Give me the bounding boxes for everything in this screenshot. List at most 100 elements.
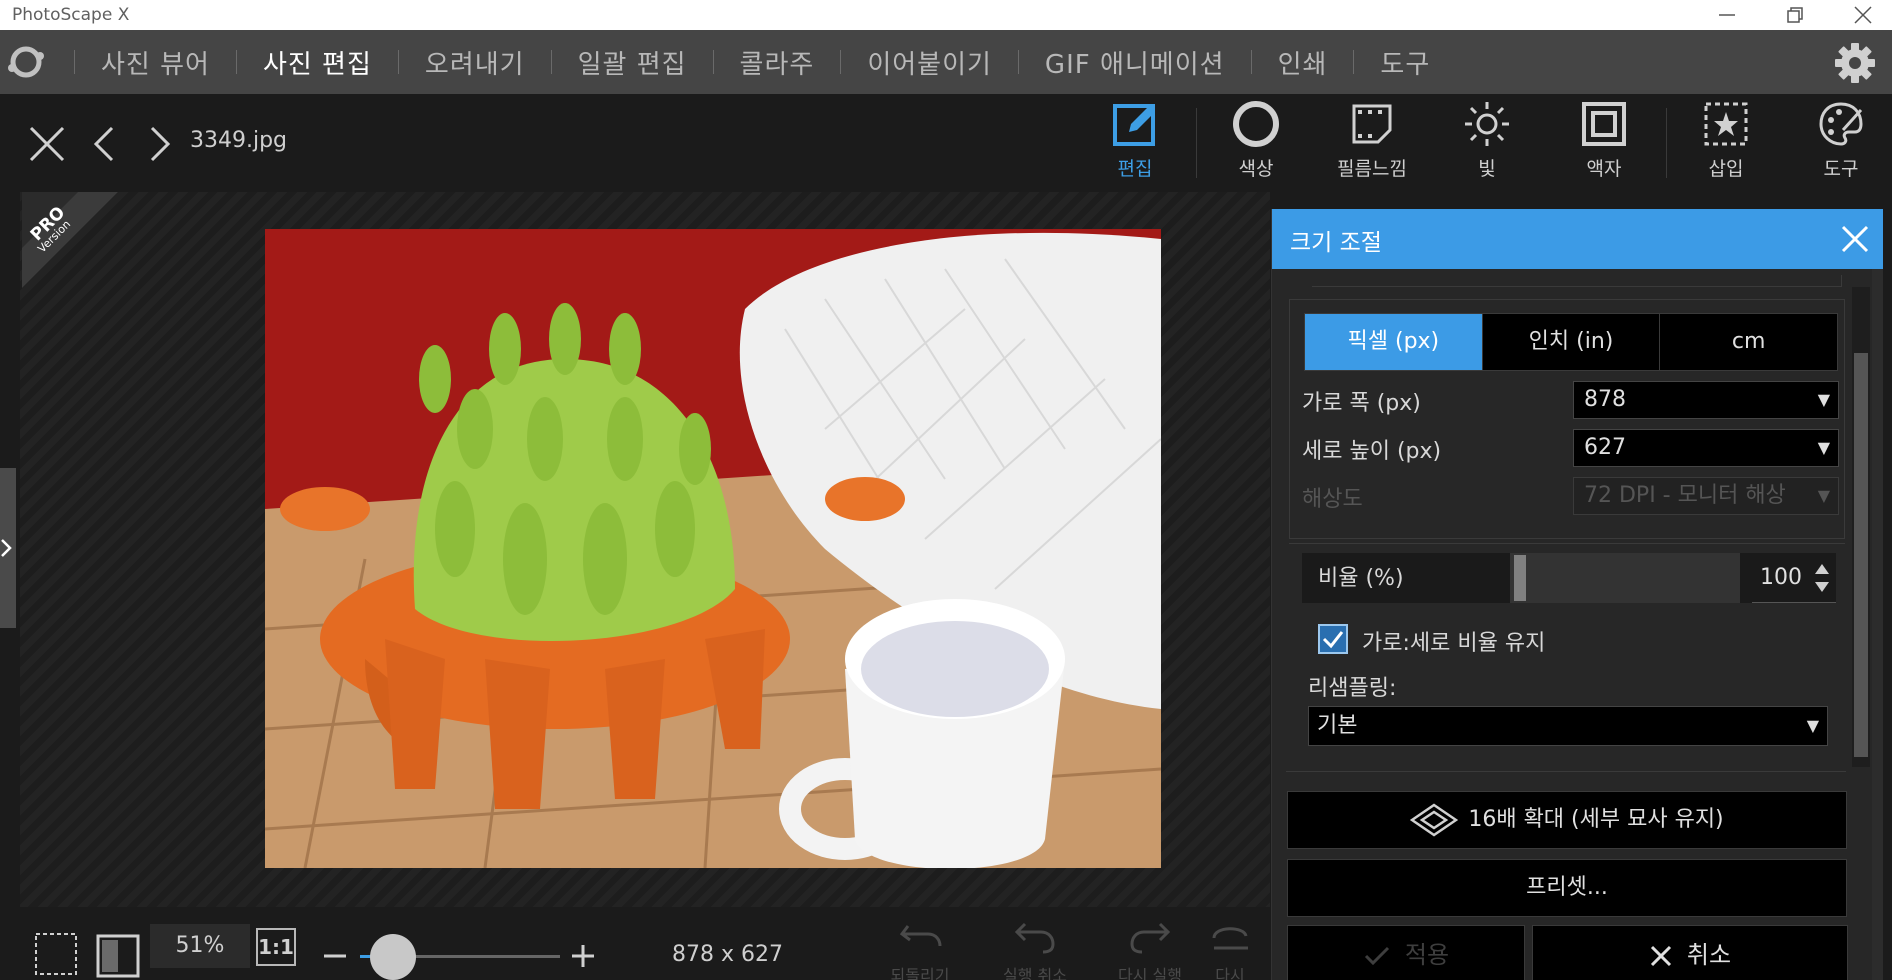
toolbar-separator (1666, 108, 1667, 178)
crop-selection-button[interactable] (34, 932, 78, 980)
restore-button[interactable] (1764, 0, 1824, 30)
redo-icon (1130, 922, 1171, 954)
height-input[interactable]: 627 ▼ (1573, 429, 1839, 467)
ratio-slider-handle[interactable] (1514, 555, 1526, 601)
upscale-16x-button[interactable]: 16배 확대 (세부 묘사 유지) (1287, 791, 1847, 849)
close-icon (1854, 6, 1872, 24)
menu-batch-edit[interactable]: 일괄 편집 (556, 44, 709, 81)
compare-original-button[interactable] (96, 934, 140, 980)
height-label: 세로 높이 (px) (1302, 439, 1442, 464)
resolution-label: 해상도 (1302, 487, 1363, 512)
menu-combine[interactable]: 이어붙이기 (845, 44, 1014, 81)
repeat-button[interactable]: 다시 (1200, 918, 1260, 980)
menu-collage[interactable]: 콜라주 (718, 44, 837, 81)
outer-scrollbar[interactable] (1872, 269, 1883, 980)
minus-icon (324, 954, 346, 958)
panel-scrollbar-thumb[interactable] (1854, 353, 1868, 757)
previous-photo-button[interactable] (86, 124, 126, 164)
plus-icon (572, 945, 594, 967)
menu-separator (840, 50, 842, 74)
chevron-right-icon (150, 126, 171, 162)
dropdown-arrow-icon[interactable]: ▼ (1807, 707, 1819, 745)
redo-button[interactable]: 다시 실행 (1100, 918, 1200, 980)
keep-aspect-ratio-label[interactable]: 가로:세로 비율 유지 (1362, 625, 1545, 657)
window-close-button[interactable] (1832, 0, 1892, 30)
revert-icon (899, 925, 942, 947)
tool-frame-label: 액자 (1586, 158, 1622, 180)
zoom-slider-handle[interactable] (370, 934, 416, 980)
tool-light[interactable]: 빛 (1432, 100, 1542, 188)
insert-icon (1704, 102, 1748, 146)
dropdown-arrow-icon[interactable]: ▼ (1818, 382, 1830, 418)
app-logo-icon[interactable] (4, 42, 48, 82)
film-icon (1352, 104, 1392, 144)
frame-icon (1582, 102, 1626, 146)
minimize-button[interactable] (1696, 0, 1756, 30)
dropdown-arrow-icon[interactable]: ▼ (1818, 430, 1830, 466)
unit-tab-cm[interactable]: cm (1660, 314, 1838, 370)
tool-edit[interactable]: 편집 (1080, 100, 1190, 188)
width-input[interactable]: 878 ▼ (1573, 381, 1839, 419)
menu-cut-out[interactable]: 오려내기 (403, 44, 547, 81)
resize-panel-title: 크기 조절 (1290, 230, 1382, 256)
close-photo-button[interactable] (27, 124, 67, 164)
resolution-select: 72 DPI - 모니터 해상 ▼ (1573, 477, 1839, 515)
resampling-select[interactable]: 기본 ▼ (1308, 706, 1828, 746)
menu-gif-animation[interactable]: GIF 애니메이션 (1023, 44, 1247, 81)
zoom-percentage[interactable]: 51% (150, 924, 250, 968)
tool-insert-label: 삽입 (1708, 158, 1744, 180)
panel-close-button[interactable] (1833, 217, 1877, 261)
unit-tab-pixel[interactable]: 픽셀 (px) (1305, 314, 1483, 370)
zoom-in-button[interactable] (570, 943, 596, 973)
menu-separator (1017, 50, 1019, 74)
preset-button[interactable]: 프리셋... (1287, 859, 1847, 917)
apply-button[interactable]: 적용 (1287, 925, 1525, 980)
height-value: 627 (1584, 435, 1626, 460)
zoom-out-button[interactable] (322, 943, 348, 973)
actual-size-button[interactable]: 1:1 (256, 928, 296, 966)
menu-separator (74, 50, 75, 74)
menu-separator (712, 50, 714, 74)
resampling-label: 리샘플링: (1308, 676, 1397, 701)
menu-print[interactable]: 인쇄 (1256, 44, 1350, 81)
unit-tabs: 픽셀 (px) 인치 (in) cm (1304, 313, 1838, 371)
main-menu-bar: 사진 뷰어 사진 편집 오려내기 일괄 편집 콜라주 이어붙이기 GIF 애니메… (0, 30, 1892, 94)
pro-version-badge: PRO Version (22, 192, 118, 288)
light-icon (1465, 102, 1509, 146)
dropdown-arrow-icon: ▼ (1817, 486, 1830, 505)
unit-tab-inch[interactable]: 인치 (in) (1482, 314, 1661, 370)
menu-photo-editor[interactable]: 사진 편집 (241, 44, 394, 81)
close-icon (29, 126, 65, 162)
tool-edit-label: 편집 (1117, 158, 1153, 180)
repeat-icon (1212, 927, 1248, 950)
tool-frame[interactable]: 액자 (1549, 100, 1659, 188)
menu-tools[interactable]: 도구 (1358, 44, 1452, 81)
tool-tools[interactable]: 도구 (1786, 100, 1892, 188)
width-label: 가로 폭 (px) (1302, 391, 1421, 416)
revert-button[interactable]: 되돌리기 (870, 918, 970, 980)
file-name: 3349.jpg (190, 128, 288, 153)
cancel-label: 취소 (1686, 941, 1732, 969)
palette-icon (1819, 102, 1863, 146)
ratio-spinner[interactable] (1814, 561, 1830, 595)
compare-icon (96, 934, 140, 978)
menu-photo-viewer[interactable]: 사진 뷰어 (79, 44, 232, 81)
tool-insert[interactable]: 삽입 (1671, 100, 1781, 188)
menu-separator (235, 50, 237, 74)
undo-button[interactable]: 실행 취소 (985, 918, 1085, 980)
menu-separator (550, 50, 552, 74)
cancel-button[interactable]: 취소 (1532, 925, 1848, 980)
resize-panel-header: 크기 조절 (1272, 209, 1883, 269)
next-photo-button[interactable] (140, 124, 180, 164)
keep-aspect-ratio-checkbox[interactable] (1318, 624, 1348, 654)
tool-film-label: 필름느낌 (1337, 158, 1407, 180)
tool-color[interactable]: 색상 (1201, 100, 1311, 188)
menu-items: 사진 뷰어 사진 편집 오려내기 일괄 편집 콜라주 이어붙이기 GIF 애니메… (70, 30, 1452, 94)
settings-gear-icon[interactable] (1832, 40, 1878, 86)
tool-film[interactable]: 필름느낌 (1317, 100, 1427, 188)
panel-scrollbar[interactable] (1852, 287, 1870, 767)
side-panel-toggle[interactable] (0, 468, 16, 628)
menu-separator (1353, 50, 1355, 74)
image-dimensions: 878 x 627 (672, 942, 783, 967)
ratio-slider-track[interactable] (1510, 553, 1740, 603)
